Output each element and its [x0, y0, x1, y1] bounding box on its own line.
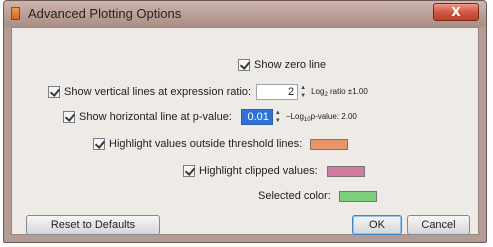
- expression-ratio-unit: Log2 ratio ±1.00: [311, 86, 368, 98]
- title-bar[interactable]: Advanced Plotting Options X: [4, 1, 486, 27]
- clipped-values-color-swatch[interactable]: [326, 165, 365, 177]
- dialog-content: Show zero line Show vertical lines at ex…: [11, 27, 479, 235]
- spin-up-icon[interactable]: ▲: [274, 109, 282, 117]
- close-button[interactable]: X: [433, 3, 479, 21]
- horizontal-line-option[interactable]: Show horizontal line at p-value: 0.01 ▲ …: [63, 109, 357, 125]
- selected-color-swatch[interactable]: [338, 190, 377, 202]
- expression-ratio-stepper[interactable]: 2 ▲ ▼: [256, 84, 307, 100]
- expression-ratio-spin-arrows[interactable]: ▲ ▼: [299, 84, 307, 100]
- horizontal-line-checkbox[interactable]: [63, 111, 75, 123]
- highlight-outside-checkbox[interactable]: [93, 138, 105, 150]
- p-value-input[interactable]: 0.01: [240, 109, 273, 125]
- p-value-unit: −Log10p-value: 2.00: [285, 111, 357, 123]
- ok-button[interactable]: OK: [352, 215, 402, 235]
- cancel-button[interactable]: Cancel: [407, 215, 470, 235]
- vertical-lines-option[interactable]: Show vertical lines at expression ratio:…: [48, 84, 368, 100]
- selected-color-label: Selected color:: [258, 190, 331, 202]
- advanced-plotting-options-dialog: Advanced Plotting Options X Show zero li…: [3, 0, 487, 243]
- highlight-clipped-option[interactable]: Highlight clipped values:: [183, 165, 365, 177]
- selected-color-option: Selected color:: [258, 190, 377, 202]
- highlight-clipped-checkbox[interactable]: [183, 165, 195, 177]
- vertical-lines-checkbox[interactable]: [48, 86, 60, 98]
- spin-down-icon[interactable]: ▼: [299, 92, 307, 100]
- reset-to-defaults-button[interactable]: Reset to Defaults: [26, 215, 160, 235]
- p-value-stepper[interactable]: 0.01 ▲ ▼: [240, 109, 282, 125]
- expression-ratio-input[interactable]: 2: [256, 84, 299, 100]
- dialog-title: Advanced Plotting Options: [28, 6, 182, 21]
- vertical-lines-label: Show vertical lines at expression ratio:: [64, 86, 252, 98]
- show-zero-line-option[interactable]: Show zero line: [238, 59, 326, 71]
- show-zero-line-label: Show zero line: [254, 59, 327, 71]
- app-icon: [11, 7, 20, 20]
- outside-threshold-color-swatch[interactable]: [310, 138, 349, 150]
- p-value-spin-arrows[interactable]: ▲ ▼: [274, 109, 282, 125]
- highlight-clipped-label: Highlight clipped values:: [199, 165, 318, 177]
- horizontal-line-label: Show horizontal line at p-value:: [79, 111, 232, 123]
- highlight-outside-label: Highlight values outside threshold lines…: [109, 138, 303, 150]
- show-zero-line-checkbox[interactable]: [238, 59, 250, 71]
- spin-up-icon[interactable]: ▲: [299, 84, 307, 92]
- highlight-outside-option[interactable]: Highlight values outside threshold lines…: [93, 138, 349, 150]
- spin-down-icon[interactable]: ▼: [274, 117, 282, 125]
